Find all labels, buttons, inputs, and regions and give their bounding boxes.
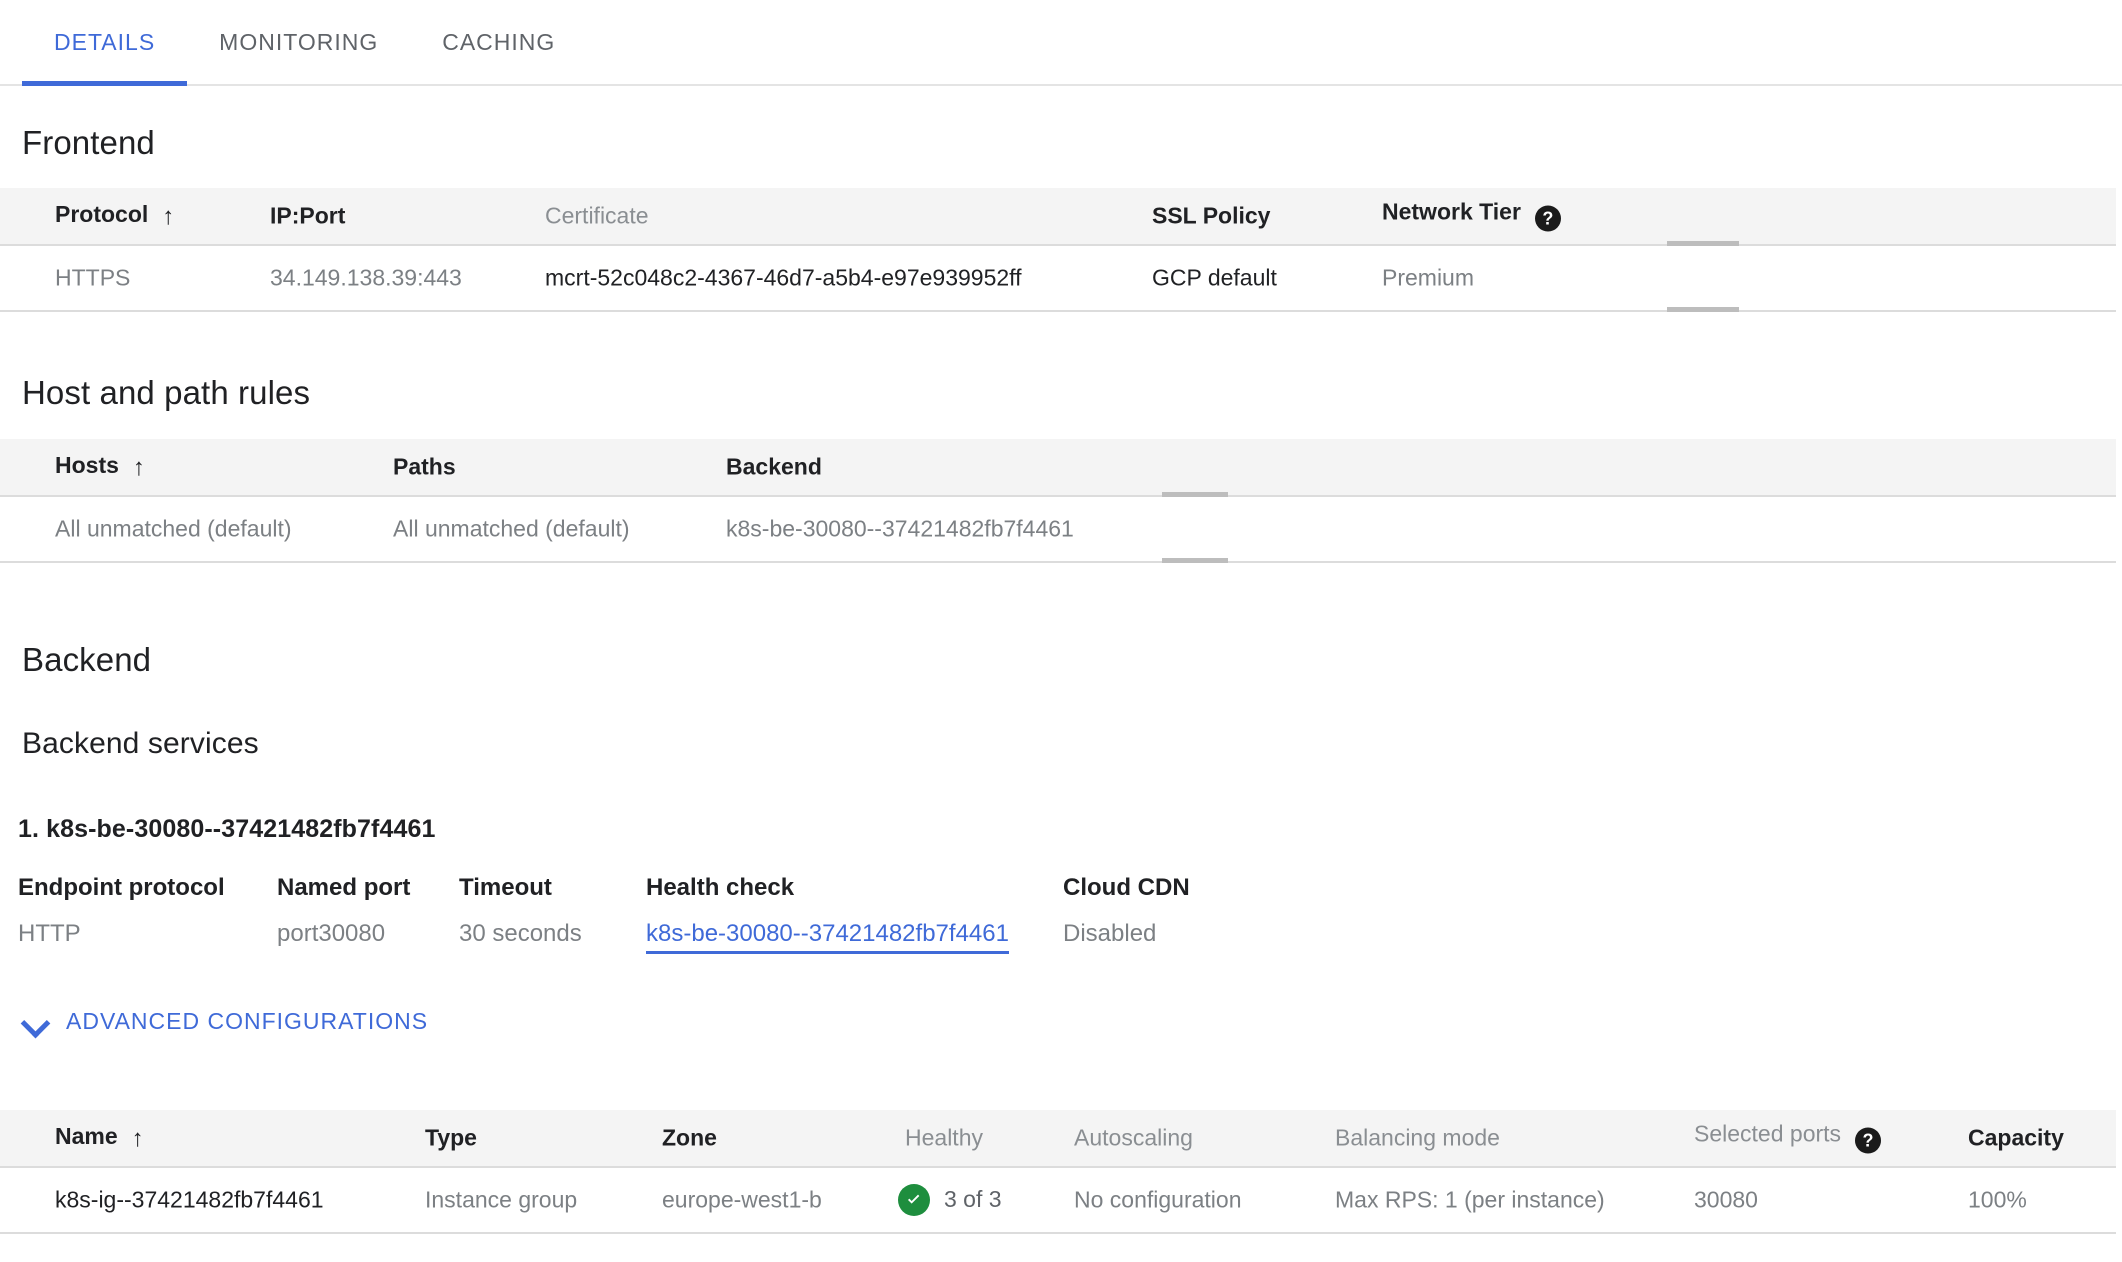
frontend-col-ipport[interactable]: IP:Port bbox=[270, 202, 346, 229]
tab-caching-label: CACHING bbox=[442, 28, 556, 55]
backend-instances-header-row: Name ↑ Type Zone Healthy Autoscaling Bala… bbox=[0, 1109, 2116, 1168]
frontend-col-ssl-policy-label: SSL Policy bbox=[1152, 202, 1271, 229]
frontend-col-network-tier-label: Network Tier bbox=[1382, 198, 1521, 225]
bi-col-healthy-label: Healthy bbox=[905, 1124, 983, 1150]
bi-cell-balancing-mode: Max RPS: 1 (per instance) bbox=[1335, 1186, 1605, 1212]
frontend-col-certificate-label: Certificate bbox=[545, 202, 649, 229]
table-row: HTTPS 34.149.138.39:443 mcrt-52c048c2-43… bbox=[0, 246, 2116, 312]
bi-cell-zone: europe-west1-b bbox=[662, 1186, 822, 1212]
sort-ascending-icon: ↑ bbox=[131, 1124, 144, 1152]
bi-col-autoscaling[interactable]: Autoscaling bbox=[1074, 1126, 1193, 1149]
help-icon[interactable]: ? bbox=[1855, 1127, 1882, 1153]
bi-col-type[interactable]: Type bbox=[425, 1126, 477, 1149]
backend-service-heading: 1. k8s-be-30080--37421482fb7f4461 bbox=[18, 815, 436, 843]
tab-bar: DETAILS MONITORING CACHING bbox=[0, 0, 2122, 86]
chevron-down-icon bbox=[22, 1009, 48, 1035]
help-icon[interactable]: ? bbox=[1534, 205, 1561, 232]
table-row: All unmatched (default) All unmatched (d… bbox=[0, 497, 2116, 563]
hpr-col-hosts-label: Hosts bbox=[55, 452, 119, 478]
bi-col-zone[interactable]: Zone bbox=[662, 1126, 717, 1149]
backend-section-title: Backend bbox=[22, 641, 152, 678]
frontend-table: Protocol ↑ IP:Port Certificate SSL Policy… bbox=[0, 188, 2116, 312]
field-label-named-port: Named port bbox=[277, 874, 411, 901]
bi-cell-autoscaling: No configuration bbox=[1074, 1186, 1242, 1212]
bi-col-selected-ports[interactable]: Selected ports? bbox=[1694, 1120, 1882, 1153]
bi-col-autoscaling-label: Autoscaling bbox=[1074, 1124, 1193, 1150]
bi-col-capacity[interactable]: Capacity bbox=[1968, 1126, 2064, 1149]
bi-col-name[interactable]: Name ↑ bbox=[55, 1122, 144, 1152]
field-value-timeout: 30 seconds bbox=[459, 920, 582, 947]
field-label-health-check: Health check bbox=[646, 874, 795, 901]
health-ok-check-icon bbox=[898, 1183, 930, 1216]
frontend-section-title: Frontend bbox=[22, 124, 155, 161]
field-value-named-port: port30080 bbox=[277, 920, 386, 947]
backend-service-properties: Endpoint protocol HTTP Named port port30… bbox=[18, 874, 2122, 970]
frontend-col-protocol-label: Protocol bbox=[55, 201, 149, 227]
bi-cell-capacity: 100% bbox=[1968, 1186, 2027, 1212]
hpr-cell-hosts: All unmatched (default) bbox=[55, 515, 292, 542]
bi-col-type-label: Type bbox=[425, 1124, 477, 1150]
table-row: k8s-ig--37421482fb7f4461 Instance group … bbox=[0, 1167, 2116, 1234]
load-balancer-details-page: DETAILS MONITORING CACHING Frontend Prot… bbox=[0, 0, 2122, 1262]
frontend-col-certificate[interactable]: Certificate bbox=[545, 202, 649, 229]
advanced-configurations-label: ADVANCED CONFIGURATIONS bbox=[66, 1008, 429, 1034]
field-value-endpoint-protocol: HTTP bbox=[18, 920, 81, 947]
frontend-table-scrollbar-thumb-bottom[interactable] bbox=[1667, 307, 1739, 312]
bi-col-name-label: Name bbox=[55, 1122, 118, 1149]
field-value-cloud-cdn: Disabled bbox=[1063, 920, 1157, 947]
frontend-col-ssl-policy[interactable]: SSL Policy bbox=[1152, 202, 1271, 229]
hpr-col-backend-label: Backend bbox=[726, 453, 822, 480]
backend-instances-table: Name ↑ Type Zone Healthy Autoscaling Bala… bbox=[0, 1109, 2116, 1234]
tab-monitoring[interactable]: MONITORING bbox=[187, 0, 410, 84]
bi-cell-selected-ports: 30080 bbox=[1694, 1186, 1758, 1212]
frontend-table-header-row: Protocol ↑ IP:Port Certificate SSL Policy… bbox=[0, 188, 2116, 246]
frontend-col-network-tier[interactable]: Network Tier? bbox=[1382, 198, 1561, 232]
bi-cell-healthy: 3 of 3 bbox=[898, 1183, 1002, 1216]
advanced-configurations-toggle[interactable]: ADVANCED CONFIGURATIONS bbox=[22, 1008, 428, 1035]
frontend-col-protocol[interactable]: Protocol ↑ bbox=[55, 203, 174, 229]
host-path-rules-scrollbar-thumb-bottom[interactable] bbox=[1162, 558, 1228, 563]
sort-ascending-icon: ↑ bbox=[162, 203, 175, 230]
field-label-endpoint-protocol: Endpoint protocol bbox=[18, 874, 225, 901]
field-label-cloud-cdn: Cloud CDN bbox=[1063, 874, 1190, 901]
hpr-col-paths-label: Paths bbox=[393, 453, 456, 480]
tab-details-label: DETAILS bbox=[54, 28, 156, 55]
host-path-rules-section-title: Host and path rules bbox=[22, 374, 311, 411]
tab-details[interactable]: DETAILS bbox=[22, 0, 188, 86]
bi-cell-name: k8s-ig--37421482fb7f4461 bbox=[55, 1186, 324, 1212]
backend-services-title: Backend services bbox=[22, 727, 259, 760]
frontend-cell-network-tier: Premium bbox=[1382, 264, 1475, 291]
bi-col-balancing-mode-label: Balancing mode bbox=[1335, 1124, 1500, 1150]
host-path-rules-header-row: Hosts ↑ Paths Backend bbox=[0, 439, 2116, 497]
hpr-col-backend[interactable]: Backend bbox=[726, 453, 822, 480]
bi-col-healthy[interactable]: Healthy bbox=[905, 1126, 983, 1149]
tab-caching[interactable]: CACHING bbox=[410, 0, 587, 84]
frontend-cell-ipport: 34.149.138.39:443 bbox=[270, 264, 462, 291]
frontend-cell-certificate: mcrt-52c048c2-4367-46d7-a5b4-e97e939952f… bbox=[545, 264, 1022, 291]
tab-monitoring-label: MONITORING bbox=[219, 28, 379, 55]
frontend-cell-protocol: HTTPS bbox=[55, 264, 131, 291]
hpr-cell-backend: k8s-be-30080--37421482fb7f4461 bbox=[726, 515, 1074, 542]
bi-col-zone-label: Zone bbox=[662, 1124, 717, 1150]
frontend-cell-ssl-policy: GCP default bbox=[1152, 264, 1277, 291]
hpr-col-hosts[interactable]: Hosts ↑ bbox=[55, 454, 145, 480]
hpr-cell-paths: All unmatched (default) bbox=[393, 515, 630, 542]
bi-cell-type: Instance group bbox=[425, 1186, 578, 1212]
sort-ascending-icon: ↑ bbox=[132, 454, 145, 481]
field-label-timeout: Timeout bbox=[459, 874, 552, 901]
bi-col-capacity-label: Capacity bbox=[1968, 1124, 2064, 1150]
bi-col-balancing-mode[interactable]: Balancing mode bbox=[1335, 1126, 1500, 1149]
health-check-link[interactable]: k8s-be-30080--37421482fb7f4461 bbox=[646, 920, 1009, 954]
hpr-col-paths[interactable]: Paths bbox=[393, 453, 456, 480]
frontend-col-ipport-label: IP:Port bbox=[270, 202, 346, 229]
host-path-rules-table: Hosts ↑ Paths Backend All unmatched (defa… bbox=[0, 439, 2116, 563]
bi-cell-healthy-text: 3 of 3 bbox=[944, 1186, 1002, 1212]
bi-col-selected-ports-label: Selected ports bbox=[1694, 1120, 1842, 1146]
